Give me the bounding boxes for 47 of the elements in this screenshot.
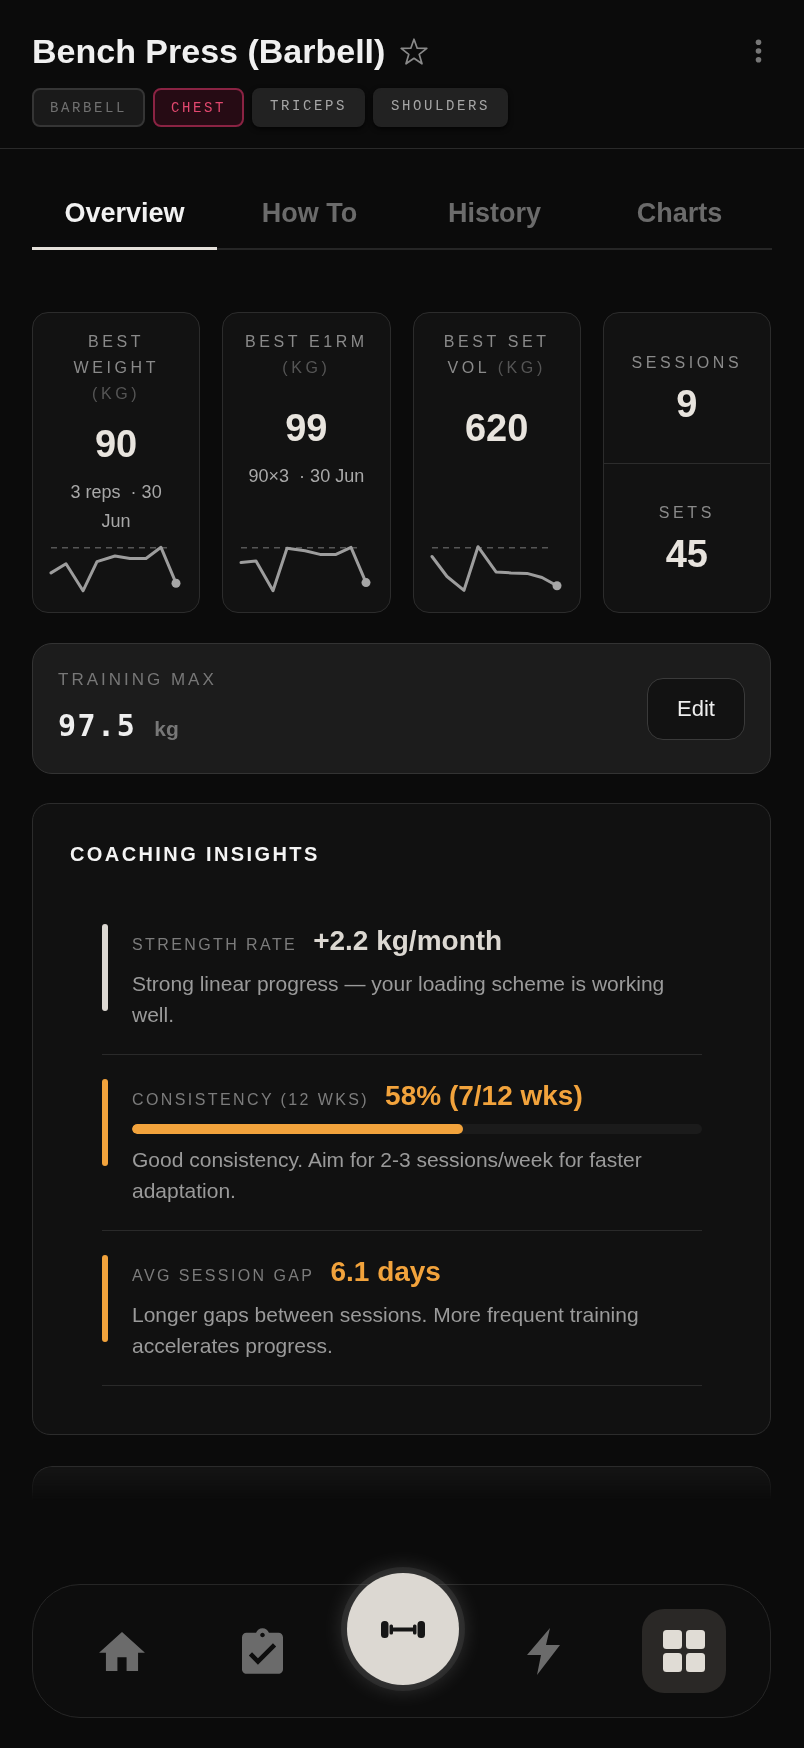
section-title: COACHING INSIGHTS (70, 842, 320, 867)
training-max-value: 97.5 (58, 706, 137, 745)
muscle-tag: TRICEPS (252, 88, 366, 127)
star-icon[interactable] (400, 37, 429, 65)
tab[interactable]: How To (217, 187, 402, 250)
stat-detail: 3 reps · 30 Jun (69, 481, 163, 533)
stat-label: SESSIONS (631, 352, 743, 373)
insight-value: 58% (7/12 wks) (385, 1079, 583, 1113)
insight-value: +2.2 kg/month (313, 924, 503, 958)
stat-value: 620 (464, 406, 529, 450)
grid-button[interactable] (641, 1609, 726, 1693)
edit-button[interactable]: Edit (647, 677, 745, 740)
stat-value: 45 (665, 531, 708, 576)
insight-text: Good consistency. Aim for 2-3 sessions/week for faster adaptation. (132, 1147, 643, 1204)
stat-value: 90 (95, 422, 138, 466)
insight-text: Longer gaps between sessions. More frequent training accelerates progress. (132, 1302, 640, 1359)
stat-label: BEST SET VOL (KG) (442, 332, 551, 378)
page-title: Bench Press (Barbell) (32, 31, 386, 72)
insight-text: Strong linear progress — your loading scheme is working well. (132, 971, 666, 1028)
more-icon[interactable] (755, 39, 762, 63)
unit-label: kg (154, 715, 179, 742)
dumbbell-button[interactable] (347, 1573, 459, 1685)
lightning-icon (526, 1627, 560, 1675)
muscle-tag: SHOULDERS (373, 88, 509, 127)
stat-detail: 90×3 · 30 Jun (247, 465, 366, 488)
home-icon (99, 1631, 146, 1671)
insight-label: STRENGTH RATE (132, 935, 298, 955)
training-max-label: TRAINING MAX (58, 668, 217, 691)
equipment-tag: BARBELL (32, 88, 145, 127)
stat-label: BEST E1RM (KG) (243, 332, 369, 378)
tab[interactable]: History (402, 187, 587, 250)
stat-label: BEST WEIGHT (KG) (72, 332, 160, 404)
dumbbell-icon (381, 1620, 425, 1638)
stat-label: SETS (658, 502, 715, 523)
clipboard-button[interactable] (242, 1628, 284, 1674)
tab[interactable]: Charts (587, 187, 772, 250)
home-button[interactable] (99, 1631, 146, 1671)
stat-value: 99 (285, 406, 328, 450)
insight-label: CONSISTENCY (12 WKS) (132, 1090, 370, 1110)
grid-icon (662, 1630, 705, 1672)
clipboard-check-icon (242, 1628, 284, 1674)
tab[interactable]: Overview (32, 187, 217, 250)
stat-value: 9 (676, 381, 698, 426)
lightning-button[interactable] (526, 1627, 560, 1675)
insight-label: AVG SESSION GAP (132, 1266, 315, 1286)
muscle-tag: CHEST (153, 88, 245, 127)
insight-value: 6.1 days (330, 1255, 441, 1289)
